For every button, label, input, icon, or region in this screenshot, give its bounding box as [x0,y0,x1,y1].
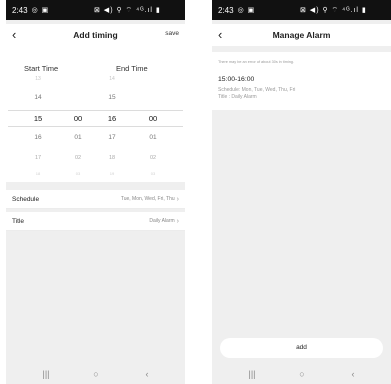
start-hour[interactable]: 18 [36,171,40,176]
start-hour[interactable]: 16 [34,134,41,141]
end-hour[interactable]: 17 [108,134,115,141]
end-time-label: End Time [116,64,148,73]
end-hour[interactable]: 14 [109,76,115,82]
start-minute[interactable]: 00 [74,114,82,123]
title-row[interactable]: Title Daily Alarm › [6,212,185,231]
status-time: 2:43 [218,5,234,15]
start-minute[interactable]: 02 [75,155,81,161]
end-hour[interactable]: 15 [108,94,115,101]
back-nav-icon[interactable]: ‹ [344,367,362,381]
end-minute[interactable]: 00 [149,114,157,123]
selection-line-top [8,110,183,111]
schedule-label: Schedule [12,195,40,203]
start-time-label: Start Time [24,64,59,73]
system-status-icons: ⊠ ◀) ⚲ ⌔ ⁴ᴳ.ıl ▮ [300,6,367,14]
status-bar: 2:43 ◎ ▣ ⊠ ◀) ⚲ ⌔ ⁴ᴳ.ıl ▮ [6,0,185,20]
system-nav-bar: ||| ○ ‹ [6,364,185,384]
alarm-list-item[interactable]: There may be an error of about 30s in ti… [212,52,391,110]
chevron-left-icon[interactable]: ‹ [12,28,24,42]
system-nav-bar: ||| ○ ‹ [212,364,391,384]
system-status-icons: ⊠ ◀) ⚲ ⌔ ⁴ᴳ.ıl ▮ [94,6,161,14]
add-timing-screen: 2:43 ◎ ▣ ⊠ ◀) ⚲ ⌔ ⁴ᴳ.ıl ▮ ‹ Add timing s… [6,0,185,384]
notification-icons: ◎ ▣ [237,7,256,14]
end-hour[interactable]: 18 [109,155,115,161]
start-hour[interactable]: 17 [35,155,41,161]
title-label: Title [12,217,25,225]
end-hour[interactable]: 16 [108,114,116,123]
start-hour[interactable]: 13 [35,76,41,82]
notification-icons: ◎ ▣ [31,7,50,14]
status-time: 2:43 [12,5,28,15]
alarm-title: Title : Daily Alarm [218,94,257,100]
schedule-row[interactable]: Schedule Tue, Mon, Wed, Fri, Thu › [6,190,185,209]
chevron-right-icon: › [176,195,179,203]
selection-line-bottom [8,126,183,127]
page-title: Add timing [73,30,118,40]
end-minute[interactable]: 03 [151,171,155,176]
chevron-right-icon: › [176,217,179,225]
back-nav-icon[interactable]: ‹ [138,367,156,381]
start-minute[interactable]: 01 [74,134,81,141]
header: ‹ Manage Alarm [212,24,391,46]
schedule-value: Tue, Mon, Wed, Fri, Thu [120,196,175,202]
alarm-time: 15:00-16:00 [218,76,255,83]
add-button[interactable]: add [220,338,383,358]
save-button[interactable]: save [165,30,179,37]
alarm-schedule: Schedule: Mon, Tue, Wed, Thu, Fri [218,87,296,93]
recent-apps-icon[interactable]: ||| [243,367,261,381]
timing-note: There may be an error of about 30s in ti… [218,60,294,64]
page-title: Manage Alarm [272,30,331,40]
end-hour[interactable]: 19 [110,171,114,176]
end-minute[interactable]: 01 [149,134,156,141]
start-hour[interactable]: 15 [34,114,42,123]
home-icon[interactable]: ○ [293,367,311,381]
manage-alarm-screen: 2:43 ◎ ▣ ⊠ ◀) ⚲ ⌔ ⁴ᴳ.ıl ▮ ‹ Manage Alarm… [212,0,391,384]
time-picker[interactable]: Start Time End Time 13 14 14 15 15 00 16… [6,46,185,182]
title-value: Daily Alarm [149,218,175,224]
header: ‹ Add timing save [6,24,185,46]
recent-apps-icon[interactable]: ||| [37,367,55,381]
end-minute[interactable]: 02 [150,155,156,161]
start-hour[interactable]: 14 [34,94,41,101]
start-minute[interactable]: 03 [76,171,80,176]
status-bar: 2:43 ◎ ▣ ⊠ ◀) ⚲ ⌔ ⁴ᴳ.ıl ▮ [212,0,391,20]
chevron-left-icon[interactable]: ‹ [218,28,230,42]
home-icon[interactable]: ○ [87,367,105,381]
